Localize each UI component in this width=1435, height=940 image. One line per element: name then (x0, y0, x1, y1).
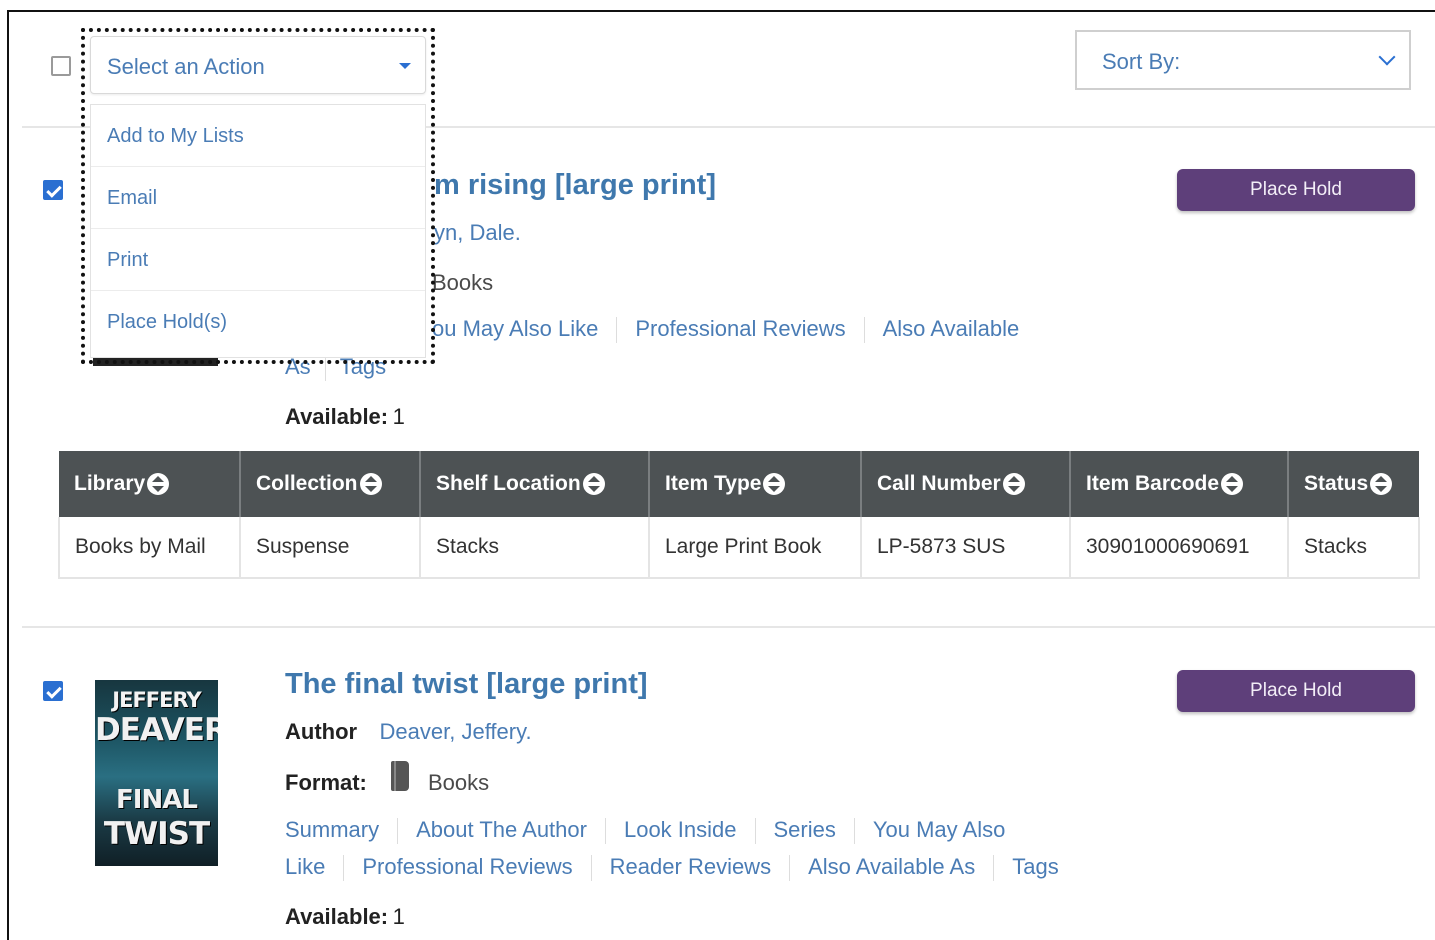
author-link[interactable]: Deaver, Jeffery. (380, 719, 532, 744)
action-select[interactable]: Select an Action (90, 36, 426, 94)
column-header-item-type[interactable]: Item Type (649, 451, 862, 517)
link-about-the-author[interactable]: About The Author (416, 817, 587, 842)
action-select-label: Select an Action (107, 54, 265, 79)
link-reader-reviews[interactable]: Reader Reviews (610, 854, 771, 879)
separator (863, 317, 865, 344)
sort-by-select[interactable]: Sort By: (1075, 30, 1411, 90)
sort-by-label: Sort By: (1102, 49, 1181, 74)
link-you-may-also-like[interactable]: ou May Also Like (432, 316, 598, 341)
sort-icon[interactable] (359, 473, 382, 496)
header-label: Shelf Location (436, 472, 581, 495)
select-all-checkbox[interactable] (51, 56, 71, 76)
separator (853, 818, 855, 845)
separator (324, 355, 326, 382)
separator (604, 818, 606, 845)
separator (993, 855, 995, 882)
menu-item-add-to-my-lists[interactable]: Add to My Lists (91, 105, 425, 167)
result-2-links-line1: Summary About The Author Look Inside Series… (285, 817, 1006, 845)
cover-text: TWIST (103, 816, 210, 852)
author-label: Author (285, 719, 358, 744)
available-count: 1 (392, 404, 405, 429)
table-row: Books by Mail Suspense Stacks Large Prin… (58, 517, 1420, 579)
menu-item-place-holds[interactable]: Place Hold(s) (91, 291, 425, 353)
column-header-call-number[interactable]: Call Number (861, 451, 1071, 517)
result-1-links-line2: As Tags (285, 354, 386, 382)
result-1-links-line1: ou May Also Like Professional Reviews Also… (432, 316, 1020, 344)
header-label: Library (74, 472, 146, 495)
caret-down-icon (399, 63, 411, 69)
header-label: Call Number (877, 472, 1001, 495)
sort-icon[interactable] (147, 473, 170, 496)
result-1-format: Books (432, 270, 494, 295)
cell-call-number: LP-5873 SUS (861, 517, 1071, 579)
link-also-available-as[interactable]: Also Available As (808, 854, 975, 879)
separator (754, 818, 756, 845)
available-label: Available: (285, 904, 389, 929)
link-professional-reviews[interactable]: Professional Reviews (635, 316, 845, 341)
sort-icon[interactable] (1002, 473, 1025, 496)
header-label: Status (1304, 472, 1369, 495)
book-cover-image[interactable]: JEFFERY DEAVER FINAL TWIST (95, 680, 218, 866)
format-value: Books (428, 770, 490, 795)
available-count: 1 (392, 904, 405, 929)
separator (343, 855, 345, 882)
cell-item-barcode: 30901000690691 (1070, 517, 1289, 579)
link-you-may-also-like-cont[interactable]: Like (285, 854, 325, 879)
format-label: Format: (285, 770, 367, 795)
separator (590, 855, 592, 882)
cell-shelf-location: Stacks (420, 517, 650, 579)
header-label: Item Type (665, 472, 762, 495)
link-series[interactable]: Series (774, 817, 836, 842)
divider (22, 626, 1435, 628)
result-2-title[interactable]: The final twist [large print] (285, 668, 648, 701)
link-look-inside[interactable]: Look Inside (624, 817, 737, 842)
link-professional-reviews[interactable]: Professional Reviews (362, 854, 572, 879)
column-header-library[interactable]: Library (59, 451, 241, 517)
result-2-checkbox[interactable] (43, 681, 63, 701)
chevron-down-icon (1378, 48, 1396, 66)
copies-table: Library Collection Shelf Location Item T… (58, 451, 1420, 579)
cell-collection: Suspense (240, 517, 421, 579)
result-2-links-line2: Like Professional Reviews Reader Reviews Al… (285, 854, 1059, 882)
place-hold-button[interactable]: Place Hold (1177, 670, 1415, 712)
menu-item-print[interactable]: Print (91, 229, 425, 291)
link-summary[interactable]: Summary (285, 817, 379, 842)
header-label: Item Barcode (1086, 472, 1220, 495)
sort-icon[interactable] (1370, 473, 1393, 496)
separator (789, 855, 791, 882)
place-hold-button[interactable]: Place Hold (1177, 169, 1415, 211)
menu-item-email[interactable]: Email (91, 167, 425, 229)
action-menu: Add to My Lists Email Print Place Hold(s… (90, 104, 426, 358)
column-header-status[interactable]: Status (1288, 451, 1419, 517)
result-1-author[interactable]: yn, Dale. (434, 220, 521, 246)
cover-text: FINAL (116, 785, 198, 815)
result-2-author-row: Author Deaver, Jeffery. (285, 719, 532, 745)
column-header-collection[interactable]: Collection (240, 451, 421, 517)
result-1-availability: Available: 1 (285, 404, 405, 430)
book-icon (391, 761, 409, 791)
table-header-row: Library Collection Shelf Location Item T… (59, 451, 1419, 517)
separator (616, 317, 618, 344)
separator (397, 818, 399, 845)
link-also-available[interactable]: Also Available (883, 316, 1020, 341)
cover-text: JEFFERY (112, 688, 201, 712)
header-label: Collection (256, 472, 358, 495)
link-you-may-also-like[interactable]: You May Also (873, 817, 1006, 842)
sort-icon[interactable] (582, 473, 605, 496)
column-header-item-barcode[interactable]: Item Barcode (1070, 451, 1289, 517)
cell-item-type: Large Print Book (649, 517, 862, 579)
result-1-title[interactable]: m rising [large print] (434, 169, 716, 202)
link-tags[interactable]: Tags (1012, 854, 1058, 879)
cell-library: Books by Mail (58, 517, 241, 579)
sort-icon[interactable] (763, 473, 786, 496)
sort-icon[interactable] (1221, 473, 1244, 496)
result-1-checkbox[interactable] (43, 180, 63, 200)
cover-text: DEAVER (95, 712, 218, 748)
column-header-shelf-location[interactable]: Shelf Location (420, 451, 650, 517)
result-2-availability: Available: 1 (285, 904, 405, 930)
available-label: Available: (285, 404, 389, 429)
cell-status: Stacks (1288, 517, 1420, 579)
